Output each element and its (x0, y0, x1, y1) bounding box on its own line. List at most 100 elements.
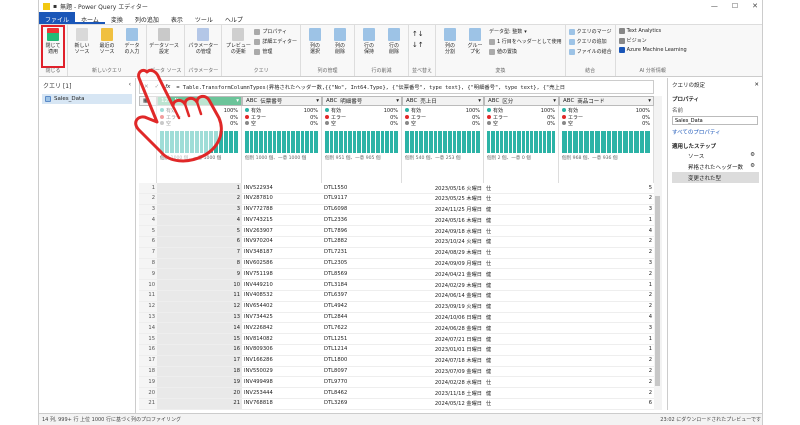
table-cell[interactable]: 2 (559, 291, 654, 301)
table-cell[interactable]: DTL7622 (322, 323, 402, 333)
filter-dropdown-icon[interactable]: ▾ (553, 98, 558, 104)
filter-dropdown-icon[interactable]: ▾ (478, 98, 483, 104)
vision-button[interactable]: ビジョン (618, 37, 687, 44)
table-cell[interactable]: 健 (484, 356, 559, 366)
azure-ml-button[interactable]: Azure Machine Learning (618, 47, 687, 53)
table-cell[interactable]: DTL6098 (322, 205, 402, 215)
properties-button[interactable]: プロパティ (254, 28, 297, 35)
column-header[interactable]: 123 No ▾ (157, 96, 242, 106)
table-cell[interactable]: 仕 (484, 377, 559, 387)
table-cell[interactable]: 2023/05/25 木曜日 (402, 194, 484, 204)
table-cell[interactable]: 健 (484, 323, 559, 333)
cancel-icon[interactable]: ✕ (144, 84, 149, 90)
menu-add-column[interactable]: 列の追加 (129, 12, 165, 24)
table-cell[interactable]: 健 (484, 302, 559, 312)
table-cell[interactable]: 健 (484, 280, 559, 290)
table-cell[interactable]: DTL4942 (322, 302, 402, 312)
table-cell[interactable]: 6 (559, 399, 654, 409)
column-type-icon[interactable]: ABC (488, 98, 499, 104)
choose-columns-button[interactable]: 列の 選択 (304, 26, 326, 67)
table-cell[interactable]: INV166286 (242, 356, 322, 366)
table-cell[interactable]: 2023/10/24 火曜日 (402, 237, 484, 247)
table-cell[interactable]: 仕 (484, 399, 559, 409)
table-cell[interactable]: 2024/05/16 木曜日 (402, 215, 484, 225)
table-cell[interactable]: DTL8097 (322, 367, 402, 377)
step-changed-type[interactable]: 変更された型 (672, 172, 759, 183)
column-type-icon[interactable]: ABC (246, 98, 257, 104)
new-source-button[interactable]: 新しい ソース (71, 26, 93, 67)
close-apply-button[interactable]: 閉じて 適用 (41, 25, 65, 68)
table-row[interactable]: 17 17 INV166286 DTL1800 2024/07/18 木曜日健 2 (139, 355, 654, 367)
table-cell[interactable]: 仕 (484, 194, 559, 204)
table-row[interactable]: 14 14 INV226842 DTL7622 2024/06/28 金曜日健 3 (139, 323, 654, 335)
table-cell[interactable]: DTL8569 (322, 269, 402, 279)
table-cell[interactable]: 2 (559, 302, 654, 312)
table-cell[interactable]: 17 (157, 355, 242, 366)
table-cell[interactable]: 2024/09/18 水曜日 (402, 226, 484, 236)
query-item[interactable]: Sales_Data (42, 94, 132, 104)
table-row[interactable]: 11 11 INV408532 DTL6397 2024/06/14 金曜日健 2 (139, 290, 654, 302)
table-row[interactable]: 13 13 INV734425 DTL2844 2024/10/06 日曜日健 4 (139, 312, 654, 324)
table-cell[interactable]: INV809306 (242, 345, 322, 355)
table-cell[interactable]: 2024/04/21 金曜日 (402, 269, 484, 279)
table-cell[interactable]: 1 (559, 215, 654, 225)
table-cell[interactable]: 2024/09/09 月曜日 (402, 259, 484, 269)
table-cell[interactable]: 健 (484, 237, 559, 247)
table-row[interactable]: 5 5 INV263907 DTL7896 2024/09/18 水曜日仕 4 (139, 226, 654, 237)
combine-files-button[interactable]: ファイルの結合 (568, 48, 612, 55)
table-cell[interactable]: 5 (559, 183, 654, 193)
table-cell[interactable]: 健 (484, 269, 559, 279)
column-header[interactable]: ABC 明細番号 ▾ (322, 96, 402, 106)
table-row[interactable]: 3 3 INV772788 DTL6098 2024/11/25 月曜日健 3 (139, 204, 654, 216)
filter-dropdown-icon[interactable]: ▾ (236, 98, 241, 104)
table-cell[interactable]: 2024/02/28 水曜日 (402, 377, 484, 387)
table-row[interactable]: 2 2 INV287810 DTL9117 2023/05/25 木曜日仕 2 (139, 193, 654, 205)
maximize-icon[interactable]: ☐ (732, 2, 738, 10)
table-cell[interactable]: 2024/02/29 木曜日 (402, 280, 484, 290)
table-cell[interactable]: 2024/06/14 金曜日 (402, 291, 484, 301)
table-cell[interactable]: 3 (559, 205, 654, 215)
table-cell[interactable]: 7 (157, 247, 242, 258)
table-cell[interactable]: DTL7231 (322, 248, 402, 258)
table-row[interactable]: 15 15 INV814082 DTL1251 2024/07/21 日曜日健 1 (139, 334, 654, 345)
table-cell[interactable]: INV550029 (242, 367, 322, 377)
replace-values-button[interactable]: 値の置換 (489, 48, 562, 55)
table-cell[interactable]: DTL2882 (322, 237, 402, 247)
formula-bar[interactable]: ✕ ✓ fx = Table.TransformColumnTypes(昇格され… (139, 80, 654, 94)
manage-button[interactable]: 管理 (254, 48, 297, 55)
table-cell[interactable]: 4 (559, 313, 654, 323)
table-cell[interactable]: 3 (157, 204, 242, 215)
refresh-preview-button[interactable]: プレビュー の更新 (225, 26, 251, 67)
table-cell[interactable]: 2 (559, 248, 654, 258)
table-cell[interactable]: INV287810 (242, 194, 322, 204)
filter-dropdown-icon[interactable]: ▾ (396, 98, 401, 104)
table-cell[interactable]: INV654402 (242, 302, 322, 312)
table-cell[interactable]: INV751198 (242, 269, 322, 279)
table-row[interactable]: 18 18 INV550029 DTL8097 2023/07/09 金曜日健 2 (139, 366, 654, 378)
table-cell[interactable]: INV263907 (242, 226, 322, 236)
table-cell[interactable]: 11 (157, 290, 242, 301)
table-cell[interactable]: 2023/07/09 金曜日 (402, 367, 484, 377)
confirm-icon[interactable]: ✓ (155, 84, 160, 90)
table-cell[interactable]: 2023/11/18 土曜日 (402, 388, 484, 398)
table-cell[interactable]: INV499498 (242, 377, 322, 387)
close-icon[interactable]: ✕ (752, 2, 758, 10)
step-source[interactable]: ソース ⚙ (672, 150, 759, 161)
table-cell[interactable]: 仕 (484, 226, 559, 236)
table-cell[interactable]: 健 (484, 205, 559, 215)
table-cell[interactable]: 12 (157, 301, 242, 312)
table-cell[interactable]: 2024/05/12 金曜日 (402, 399, 484, 409)
table-cell[interactable]: 2024/06/28 金曜日 (402, 323, 484, 333)
menu-tools[interactable]: ツール (189, 12, 219, 24)
table-cell[interactable]: 1 (559, 334, 654, 344)
table-cell[interactable]: 仕 (484, 183, 559, 193)
table-row[interactable]: 10 10 INV449210 DTL3184 2024/02/29 木曜日健 1 (139, 280, 654, 291)
table-cell[interactable]: 2 (559, 367, 654, 377)
table-cell[interactable]: 仕 (484, 248, 559, 258)
sort-asc-icon[interactable]: ↑↓ (412, 30, 424, 38)
table-cell[interactable]: 2023/09/19 火曜日 (402, 302, 484, 312)
use-first-row-button[interactable]: 1 行目をヘッダーとして使用 (489, 38, 562, 45)
query-name-input[interactable] (672, 116, 758, 125)
table-cell[interactable]: 健 (484, 345, 559, 355)
split-column-button[interactable]: 列の 分割 (439, 26, 461, 67)
